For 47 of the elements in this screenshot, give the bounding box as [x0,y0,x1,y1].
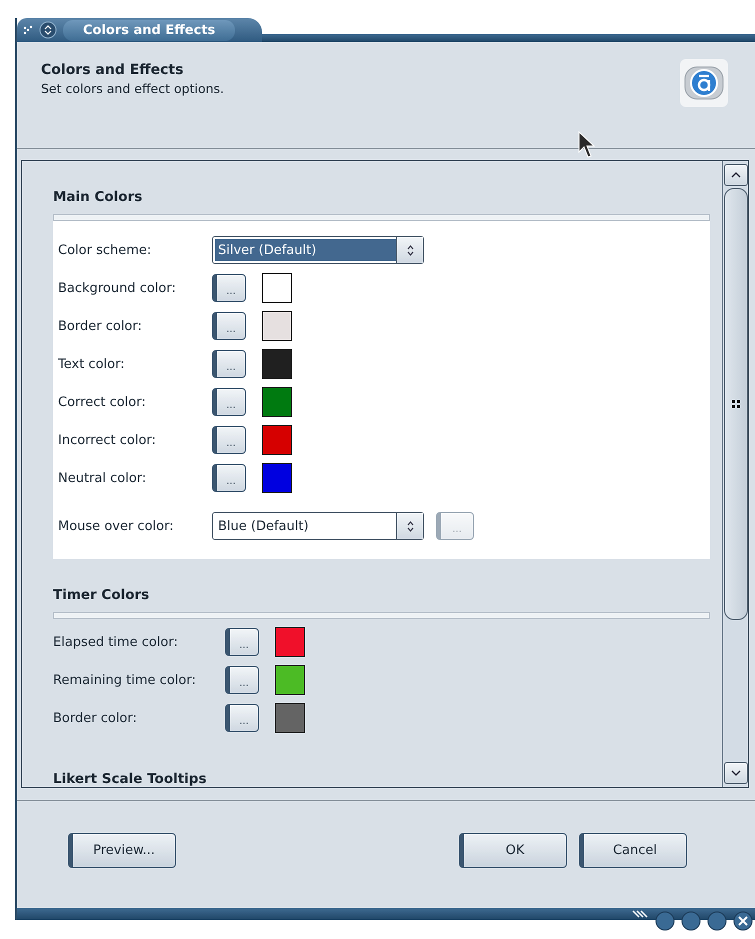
browse-button[interactable]: ... [225,628,259,656]
field-label: Correct color: [58,394,147,410]
app-icon [679,58,729,108]
scroll-up-button[interactable] [724,164,748,186]
browse-button[interactable]: ... [212,464,246,492]
dialog-button[interactable]: Cancel [579,832,687,868]
grip-icon [732,400,740,408]
browse-button[interactable]: ... [212,312,246,340]
dialog-button[interactable]: OK [459,832,567,868]
page-subtitle: Set colors and effect options. [41,81,224,96]
window-control-icon[interactable] [707,911,727,931]
spinner-icon [406,520,414,532]
field-label: Text color: [58,356,126,372]
browse-button[interactable]: ... [225,666,259,694]
field-label: Color scheme: [58,242,152,258]
spinner-icon [406,244,414,256]
section-heading: Main Colors [53,189,144,206]
window-title: Colors and Effects [63,20,236,40]
window-control-icon[interactable] [681,911,701,931]
section-heading: Likert Scale Tooltips [53,771,208,787]
field-label: Background color: [58,280,177,296]
page-title: Colors and Effects [41,62,184,78]
field-label: Incorrect color: [58,432,157,448]
dropdown[interactable]: Blue (Default) [212,512,424,540]
field-label: Mouse over color: [58,518,175,534]
menu-button-icon[interactable] [39,21,57,39]
dropdown[interactable]: Silver (Default) [212,236,424,264]
browse-button[interactable]: ... [212,350,246,378]
browse-button[interactable]: ... [225,704,259,732]
browse-button[interactable]: ... [212,274,246,302]
scroll-thumb[interactable] [724,188,748,620]
field-label: Elapsed time color: [53,634,179,650]
grip-icon [631,909,649,919]
grip-icon [23,25,33,35]
preview-button[interactable]: Preview... [68,832,176,868]
browse-button[interactable]: ... [212,426,246,454]
browse-button[interactable]: ... [212,388,246,416]
field-label: Remaining time color: [53,672,197,688]
scroll-down-icon [730,770,740,776]
field-label: Border color: [53,710,138,726]
field-label: Neutral color: [58,470,148,486]
scroll-down-button[interactable] [724,762,748,784]
section-heading: Timer Colors [53,587,150,604]
window-control-icon[interactable] [655,911,675,931]
close-icon[interactable] [733,911,753,931]
scroll-up-icon [730,172,740,178]
field-label: Border color: [58,318,143,334]
